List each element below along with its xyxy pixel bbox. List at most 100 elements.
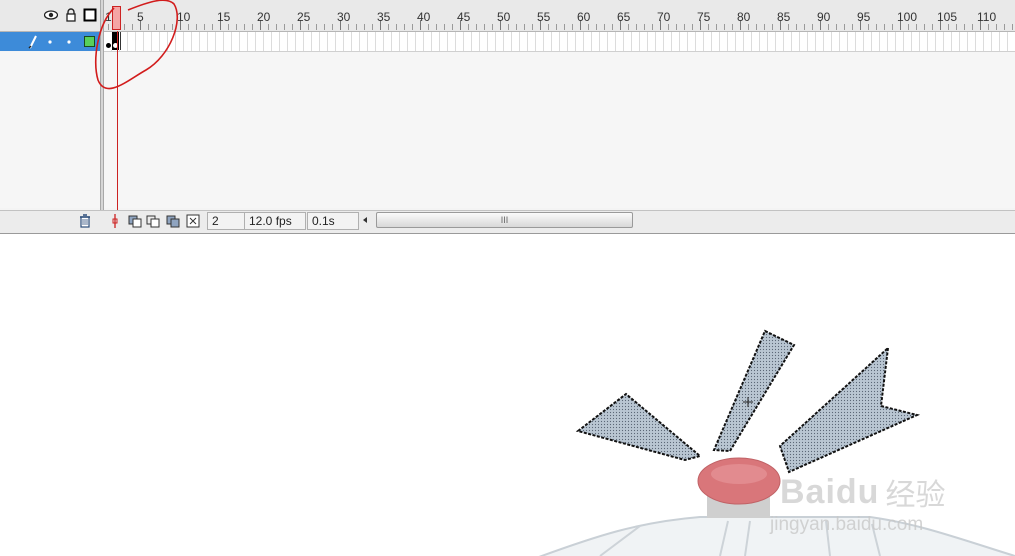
ruler-tick [692,24,693,30]
watermark-url: jingyan.baidu.com [770,514,924,535]
ruler-tick [852,24,853,30]
ruler-tick [732,24,733,30]
ruler-tick [972,24,973,30]
ruler-frame-number: 100 [897,10,918,24]
ruler-tick [252,24,253,30]
ruler-frame-number: 50 [497,10,511,24]
ruler-tick [244,24,245,30]
lock-layer-dot-icon[interactable] [66,39,72,45]
ruler-frame-number: 40 [417,10,431,24]
ruler-tick [676,24,677,30]
ruler-frame-number: 15 [217,10,231,24]
modify-markers-icon[interactable] [185,213,201,229]
ruler-tick [556,24,557,30]
ruler-frame-number: 110 [977,10,997,24]
ruler-tick [804,24,805,30]
eye-icon[interactable] [44,8,58,22]
watermark-brand: Baidu [780,472,880,511]
ruler-frame-number: 45 [457,10,471,24]
ruler-tick [316,24,317,30]
ruler-tick [212,24,213,30]
ruler-tick [564,24,565,30]
ruler-frame-number: 25 [297,10,311,24]
ruler-tick [652,24,653,30]
ruler-tick [276,24,277,30]
ruler-tick [884,24,885,30]
ruler-tick [788,24,789,30]
lock-icon[interactable] [64,8,78,22]
ruler-tick [268,24,269,30]
ruler-frame-number: 35 [377,10,391,24]
ruler-tick [596,24,597,30]
ruler-tick [964,24,965,30]
ruler-tick [436,24,437,30]
ruler-tick [428,24,429,30]
siren-light [697,457,781,505]
horizontal-scrollbar[interactable]: III [359,212,633,228]
ruler-tick [764,24,765,30]
ruler-frame-number: 80 [737,10,751,24]
ruler-tick [516,24,517,30]
ruler-tick [612,24,613,30]
ruler-frame-number: 95 [857,10,871,24]
ruler-tick [508,24,509,30]
ruler-ticks: 1 5 10 15 20 25 30 35 40 45 50 55 60 65 70 75 80 85 90 95 10… [104,0,1015,31]
ruler-tick [932,24,933,30]
ruler-frame-number: 105 [937,10,958,24]
current-frame-field: 2 [207,212,245,230]
ruler-frame-number: 60 [577,10,591,24]
ruler-tick [188,24,189,30]
ruler-tick [604,24,605,30]
ruler-tick [388,24,389,30]
scroll-thumb[interactable]: III [376,212,633,228]
timeline-statusbar: 2 12.0 fps 0.1s III [0,210,1015,233]
ruler-tick [324,24,325,30]
ruler-tick [452,24,453,30]
ruler-frame-number: 65 [617,10,631,24]
ruler-tick [548,24,549,30]
frames-empty-area [104,52,1015,208]
ruler-tick [876,24,877,30]
baidu-jingyan-watermark: Baidu 经验 jingyan.baidu.com [770,470,945,536]
ruler-tick [708,24,709,30]
ruler-frame-number: 75 [697,10,711,24]
show-layer-dot-icon[interactable] [47,39,53,45]
ruler-tick [412,24,413,30]
onion-skin-icon[interactable] [127,213,143,229]
scroll-left-arrow-icon[interactable] [359,214,371,226]
ruler-tick [524,24,525,30]
ruler-tick [948,24,949,30]
ruler-tick [1004,24,1005,30]
ruler-tick [892,24,893,30]
timeline-panel: 1 5 10 15 20 25 30 35 40 45 50 55 60 65 70 75 80 85 90 95 10… [0,0,1015,234]
ruler-tick [1012,24,1013,30]
onion-skin-outlines-icon[interactable] [145,213,161,229]
ruler-tick [484,24,485,30]
ruler-tick [308,24,309,30]
ruler-tick [444,24,445,30]
ruler-frame-number: 30 [337,10,351,24]
pencil-icon [28,35,37,49]
ruler-tick [796,24,797,30]
ruler-tick [404,24,405,30]
ruler-tick [492,24,493,30]
ruler-tick [468,24,469,30]
layer-frames-row[interactable] [104,32,1015,52]
ruler-tick [292,24,293,30]
ruler-tick [204,24,205,30]
ruler-tick [284,24,285,30]
frame-rate-field[interactable]: 12.0 fps [244,212,306,230]
ruler-tick [348,24,349,30]
center-frame-icon[interactable] [107,213,123,229]
edit-multiple-frames-icon[interactable] [165,213,181,229]
ruler-tick [828,24,829,30]
ruler-tick [684,24,685,30]
ruler-tick [532,24,533,30]
ruler-tick [812,24,813,30]
ruler-frame-number: 70 [657,10,671,24]
ruler-tick [844,24,845,30]
layer-row-selected[interactable] [0,32,100,51]
ruler-tick [956,24,957,30]
trash-icon[interactable] [77,213,93,229]
ruler-tick [772,24,773,30]
